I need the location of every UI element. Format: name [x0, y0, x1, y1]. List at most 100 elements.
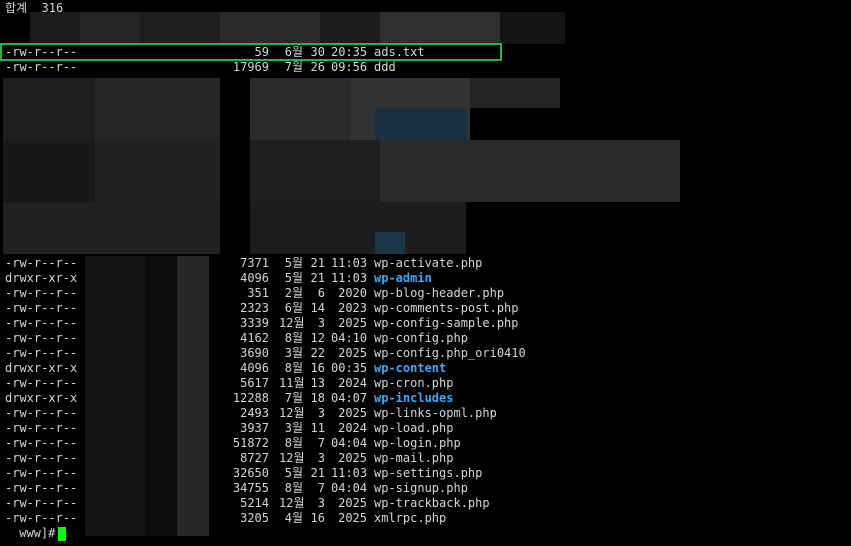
perm-cell: drwxr-xr-x	[5, 271, 78, 285]
day-cell: 22	[310, 346, 325, 360]
time-cell: 04:07	[331, 391, 368, 405]
month-cell: 12월	[279, 406, 305, 420]
month-cell: 8월	[284, 481, 303, 495]
file-name: wp-config-sample.php	[374, 316, 519, 330]
day-cell: 12	[310, 331, 325, 345]
file-name: ads.txt	[374, 45, 425, 59]
day-cell: 18	[310, 391, 325, 405]
perm-cell: drwxr-xr-x	[5, 391, 78, 405]
size-cell: 3205	[240, 511, 269, 525]
size-cell: 12288	[232, 391, 269, 405]
file-name: wp-trackback.php	[374, 496, 490, 510]
file-name: wp-blog-header.php	[374, 286, 505, 300]
perm-cell: -rw-r--r--	[5, 346, 78, 360]
perm-cell: -rw-r--r--	[5, 45, 78, 59]
day-cell: 7	[317, 481, 325, 495]
size-cell: 4096	[240, 271, 269, 285]
time-cell: 2024	[338, 421, 367, 435]
time-cell: 2020	[338, 286, 367, 300]
pixelated-block	[3, 202, 220, 254]
pixelated-block	[140, 12, 220, 44]
pixelated-block	[250, 78, 350, 140]
perm-cell: -rw-r--r--	[5, 301, 78, 315]
time-cell: 04:04	[331, 436, 368, 450]
pixelated-block	[250, 202, 466, 254]
size-cell: 17969	[232, 60, 269, 74]
time-cell: 2025	[338, 496, 367, 510]
pixelated-block	[3, 78, 95, 140]
size-cell: 3937	[240, 421, 269, 435]
pixelated-block	[220, 12, 320, 44]
month-cell: 4월	[284, 511, 303, 525]
time-cell: 11:03	[331, 256, 368, 270]
perm-cell: -rw-r--r--	[5, 436, 78, 450]
text-cursor	[58, 526, 67, 541]
shell-prompt[interactable]: www]#	[12, 526, 67, 541]
month-cell: 6월	[284, 301, 303, 315]
total-label: 합계	[5, 1, 28, 15]
size-cell: 51872	[232, 436, 269, 450]
pixelated-block	[250, 140, 380, 202]
month-cell: 5월	[284, 466, 303, 480]
time-cell: 2025	[338, 406, 367, 420]
pixelated-block	[320, 12, 380, 44]
time-cell: 2024	[338, 376, 367, 390]
day-cell: 13	[310, 376, 325, 390]
pixelated-block	[95, 140, 220, 202]
size-cell: 59	[254, 45, 269, 59]
time-cell: 20:35	[331, 45, 368, 59]
file-name: wp-admin	[374, 271, 432, 285]
size-cell: 4162	[240, 331, 269, 345]
month-cell: 3월	[284, 421, 303, 435]
pixelated-block	[30, 12, 80, 44]
file-name: xmlrpc.php	[374, 511, 447, 525]
month-cell: 11월	[279, 376, 305, 390]
file-name: wp-settings.php	[374, 466, 483, 480]
file-name: wp-signup.php	[374, 481, 468, 495]
pixelated-block	[380, 12, 500, 44]
month-cell: 7월	[284, 60, 303, 74]
day-cell: 14	[310, 301, 325, 315]
size-cell: 351	[247, 286, 269, 300]
file-name: ddd	[374, 60, 396, 74]
file-name: wp-activate.php	[374, 256, 483, 270]
time-cell: 09:56	[331, 60, 368, 74]
file-name: wp-comments-post.php	[374, 301, 519, 315]
file-name: wp-login.php	[374, 436, 461, 450]
month-cell: 12월	[279, 316, 305, 330]
size-cell: 7371	[240, 256, 269, 270]
time-cell: 00:35	[331, 361, 368, 375]
month-cell: 12월	[279, 496, 305, 510]
perm-cell: -rw-r--r--	[5, 376, 78, 390]
size-cell: 5617	[240, 376, 269, 390]
size-cell: 34755	[232, 481, 269, 495]
day-cell: 16	[310, 361, 325, 375]
month-cell: 5월	[284, 271, 303, 285]
pixelated-block	[500, 12, 565, 44]
perm-cell: -rw-r--r--	[5, 451, 78, 465]
day-cell: 11	[310, 421, 325, 435]
perm-cell: -rw-r--r--	[5, 421, 78, 435]
perm-cell: -rw-r--r--	[5, 511, 78, 525]
size-cell: 5214	[240, 496, 269, 510]
file-name: wp-cron.php	[374, 376, 454, 390]
month-cell: 8월	[284, 361, 303, 375]
perm-cell: -rw-r--r--	[5, 496, 78, 510]
day-cell: 30	[310, 45, 325, 59]
pixelated-block	[470, 78, 560, 108]
day-cell: 3	[317, 496, 325, 510]
day-cell: 7	[317, 436, 325, 450]
size-cell: 3690	[240, 346, 269, 360]
total-value: 316	[41, 1, 64, 15]
perm-cell: -rw-r--r--	[5, 316, 78, 330]
pixelated-block	[375, 232, 405, 254]
pixelated-block	[85, 256, 145, 536]
size-cell: 32650	[232, 466, 269, 480]
pixelated-block	[95, 78, 220, 140]
day-cell: 21	[310, 271, 325, 285]
month-cell: 3월	[284, 346, 303, 360]
perm-cell: -rw-r--r--	[5, 331, 78, 345]
perm-cell: -rw-r--r--	[5, 466, 78, 480]
perm-cell: -rw-r--r--	[5, 481, 78, 495]
file-name: wp-links-opml.php	[374, 406, 497, 420]
